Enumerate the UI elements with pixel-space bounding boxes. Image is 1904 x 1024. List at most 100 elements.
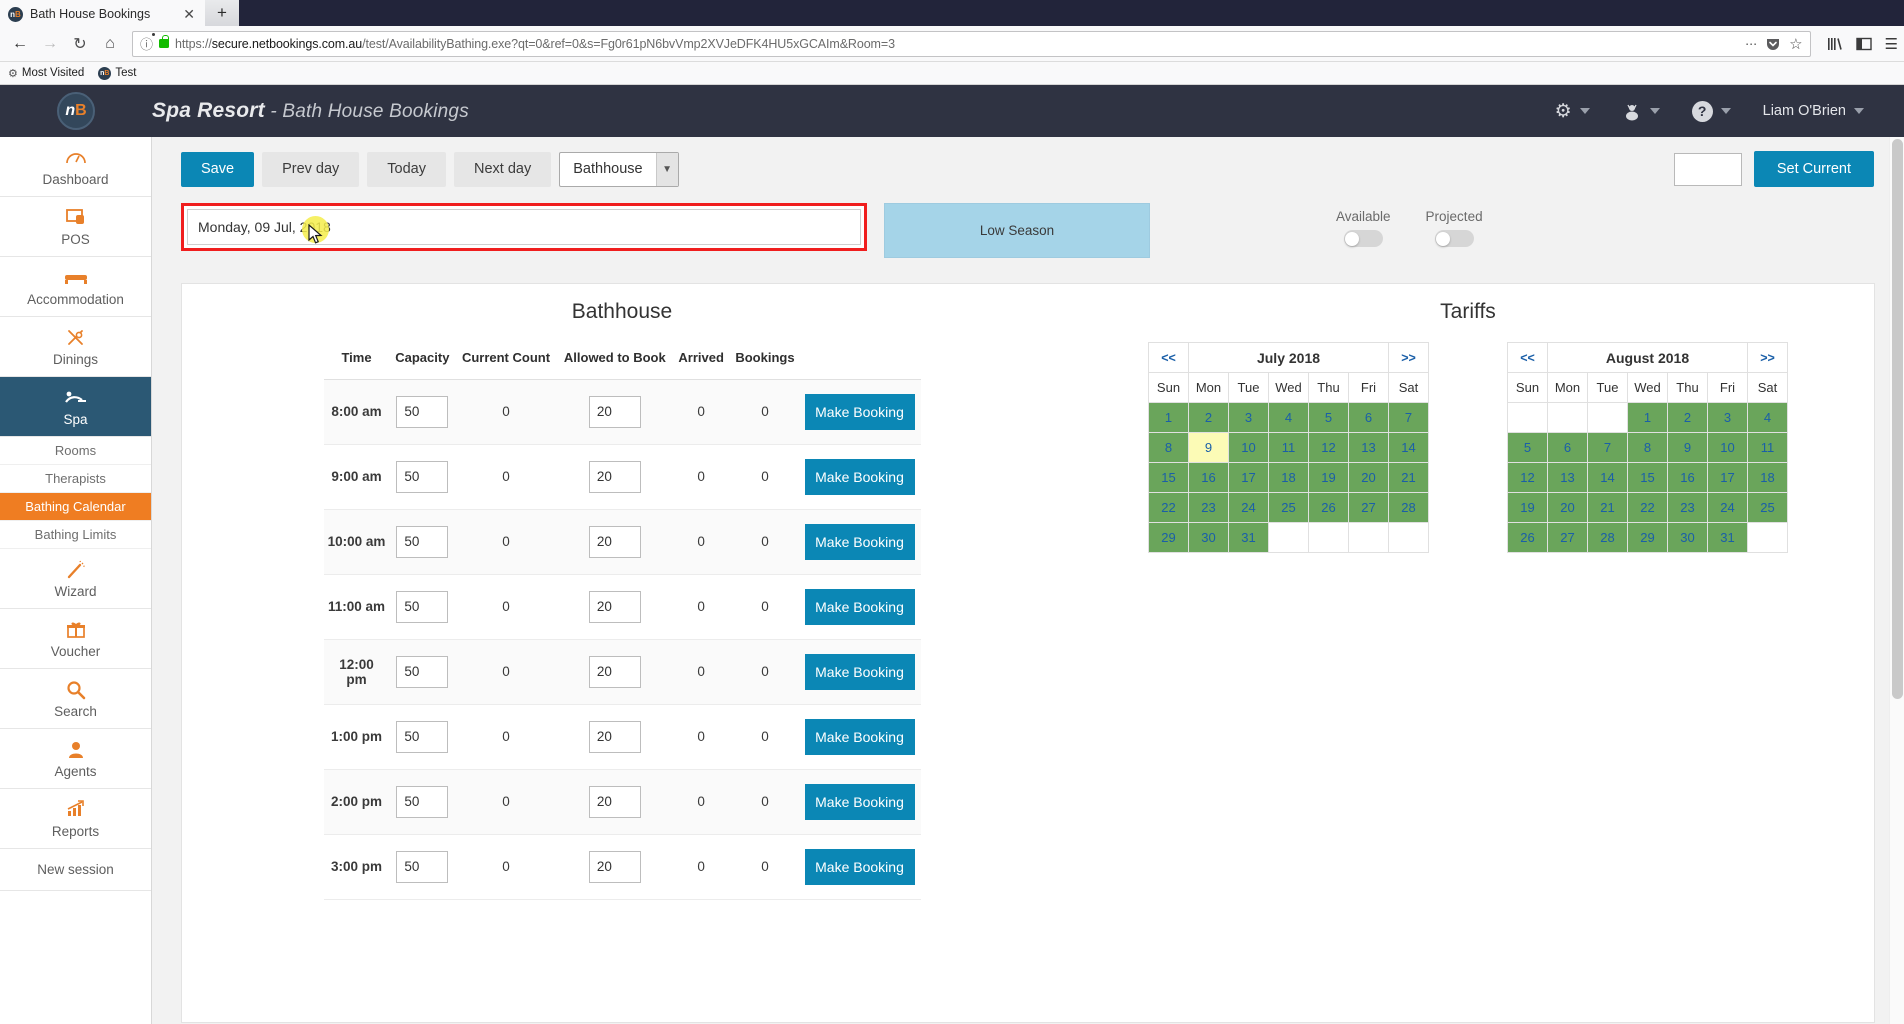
row-bookings[interactable]: 0	[729, 444, 801, 510]
calendar-day[interactable]: 22	[1627, 492, 1668, 523]
pocket-icon[interactable]	[1766, 37, 1780, 51]
allowed-to-book-input[interactable]: 20	[588, 525, 641, 558]
calendar-day[interactable]: 7	[1388, 402, 1429, 433]
calendar-day[interactable]: 15	[1148, 462, 1189, 493]
sidebar-item-agents[interactable]: Agents	[0, 729, 151, 789]
calendar-day[interactable]: 2	[1667, 402, 1708, 433]
projected-toggle[interactable]	[1434, 230, 1474, 247]
today-button[interactable]: Today	[367, 151, 446, 187]
row-bookings[interactable]: 0	[729, 574, 801, 640]
calendar-day[interactable]: 24	[1228, 492, 1269, 523]
allowed-to-book-input[interactable]: 20	[588, 655, 641, 688]
make-booking-button[interactable]: Make Booking	[804, 523, 915, 560]
browser-tab[interactable]: nB Bath House Bookings ✕	[0, 0, 205, 26]
url-bar[interactable]: ⓘ https://secure.netbookings.com.au/test…	[132, 30, 1811, 57]
calendar-prev-button[interactable]: <<	[1507, 342, 1548, 373]
calendar-day[interactable]: 3	[1228, 402, 1269, 433]
available-toggle[interactable]	[1343, 230, 1383, 247]
new-tab-button[interactable]: +	[205, 0, 239, 26]
calendar-day[interactable]: 12	[1308, 432, 1349, 463]
calendar-day[interactable]: 25	[1747, 492, 1788, 523]
row-bookings[interactable]: 0	[729, 509, 801, 575]
page-actions-icon[interactable]: ⋯	[1745, 37, 1757, 51]
calendar-day[interactable]: 11	[1747, 432, 1788, 463]
calendar-day[interactable]: 31	[1707, 522, 1748, 553]
save-button[interactable]: Save	[181, 151, 255, 187]
bookmark-star-icon[interactable]: ☆	[1789, 35, 1802, 53]
sidebar-item-rooms[interactable]: Rooms	[0, 437, 151, 465]
home-icon[interactable]: ⌂	[96, 30, 124, 58]
row-bookings[interactable]: 0	[729, 769, 801, 835]
bookmark-test[interactable]: nB Test	[98, 66, 136, 80]
back-icon[interactable]: ←	[6, 30, 34, 58]
calendar-day[interactable]: 23	[1667, 492, 1708, 523]
sidebar-item-therapists[interactable]: Therapists	[0, 465, 151, 493]
make-booking-button[interactable]: Make Booking	[804, 848, 915, 885]
calendar-day[interactable]: 1	[1148, 402, 1189, 433]
make-booking-button[interactable]: Make Booking	[804, 588, 915, 625]
page-scrollbar[interactable]	[1889, 137, 1904, 1024]
sidebar-item-new-session[interactable]: New session	[0, 849, 151, 891]
reload-icon[interactable]: ↻	[66, 30, 94, 58]
capacity-input[interactable]: 50	[396, 525, 449, 558]
calendar-day[interactable]: 26	[1507, 522, 1548, 553]
calendar-day[interactable]: 4	[1268, 402, 1309, 433]
calendar-next-button[interactable]: >>	[1747, 342, 1788, 373]
calendar-day[interactable]: 16	[1667, 462, 1708, 493]
calendar-day[interactable]: 27	[1547, 522, 1588, 553]
app-logo[interactable]: nB	[0, 85, 152, 137]
calendar-day[interactable]: 6	[1547, 432, 1588, 463]
calendar-day[interactable]: 5	[1308, 402, 1349, 433]
calendar-day[interactable]: 9	[1667, 432, 1708, 463]
calendar-day[interactable]: 18	[1268, 462, 1309, 493]
calendar-day[interactable]: 30	[1188, 522, 1229, 553]
calendar-day[interactable]: 20	[1547, 492, 1588, 523]
make-booking-button[interactable]: Make Booking	[804, 458, 915, 495]
make-booking-button[interactable]: Make Booking	[804, 393, 915, 430]
calendar-day[interactable]: 7	[1587, 432, 1628, 463]
capacity-input[interactable]: 50	[396, 460, 449, 493]
current-value-input[interactable]	[1673, 152, 1742, 186]
calendar-next-button[interactable]: >>	[1388, 342, 1429, 373]
sidebar-item-accommodation[interactable]: Accommodation	[0, 257, 151, 317]
sidebar-item-pos[interactable]: POS	[0, 197, 151, 257]
calendar-day[interactable]: 10	[1707, 432, 1748, 463]
row-bookings[interactable]: 0	[729, 704, 801, 770]
allowed-to-book-input[interactable]: 20	[588, 720, 641, 753]
account-menu[interactable]: Liam O'Brien	[1747, 103, 1880, 119]
calendar-day[interactable]: 27	[1348, 492, 1389, 523]
set-current-button[interactable]: Set Current	[1753, 151, 1874, 187]
capacity-input[interactable]: 50	[396, 850, 449, 883]
help-menu[interactable]: ?	[1676, 100, 1747, 122]
make-booking-button[interactable]: Make Booking	[804, 783, 915, 820]
calendar-day[interactable]: 3	[1707, 402, 1748, 433]
forward-icon[interactable]: →	[36, 30, 64, 58]
next-day-button[interactable]: Next day	[454, 151, 552, 187]
calendar-day[interactable]: 1	[1627, 402, 1668, 433]
calendar-day[interactable]: 24	[1707, 492, 1748, 523]
calendar-day[interactable]: 11	[1268, 432, 1309, 463]
row-bookings[interactable]: 0	[729, 834, 801, 900]
sidebar-icon[interactable]	[1855, 37, 1872, 51]
sidebar-item-bathing-calendar[interactable]: Bathing Calendar	[0, 493, 151, 521]
date-input[interactable]: Monday, 09 Jul, 2018	[187, 209, 861, 245]
capacity-input[interactable]: 50	[396, 590, 449, 623]
row-bookings[interactable]: 0	[729, 639, 801, 705]
calendar-day[interactable]: 31	[1228, 522, 1269, 553]
prev-day-button[interactable]: Prev day	[262, 151, 360, 187]
calendar-day[interactable]: 4	[1747, 402, 1788, 433]
calendar-prev-button[interactable]: <<	[1148, 342, 1189, 373]
sidebar-item-voucher[interactable]: Voucher	[0, 609, 151, 669]
calendar-day[interactable]: 12	[1507, 462, 1548, 493]
close-icon[interactable]: ✕	[181, 7, 197, 21]
calendar-day[interactable]: 29	[1148, 522, 1189, 553]
sidebar-item-spa[interactable]: Spa	[0, 377, 151, 437]
calendar-day[interactable]: 18	[1747, 462, 1788, 493]
calendar-day[interactable]: 9	[1188, 432, 1229, 463]
calendar-day[interactable]: 19	[1308, 462, 1349, 493]
calendar-day[interactable]: 6	[1348, 402, 1389, 433]
calendar-day[interactable]: 8	[1148, 432, 1189, 463]
calendar-day[interactable]: 28	[1587, 522, 1628, 553]
calendar-day[interactable]: 10	[1228, 432, 1269, 463]
sidebar-item-bathing-limits[interactable]: Bathing Limits	[0, 521, 151, 549]
